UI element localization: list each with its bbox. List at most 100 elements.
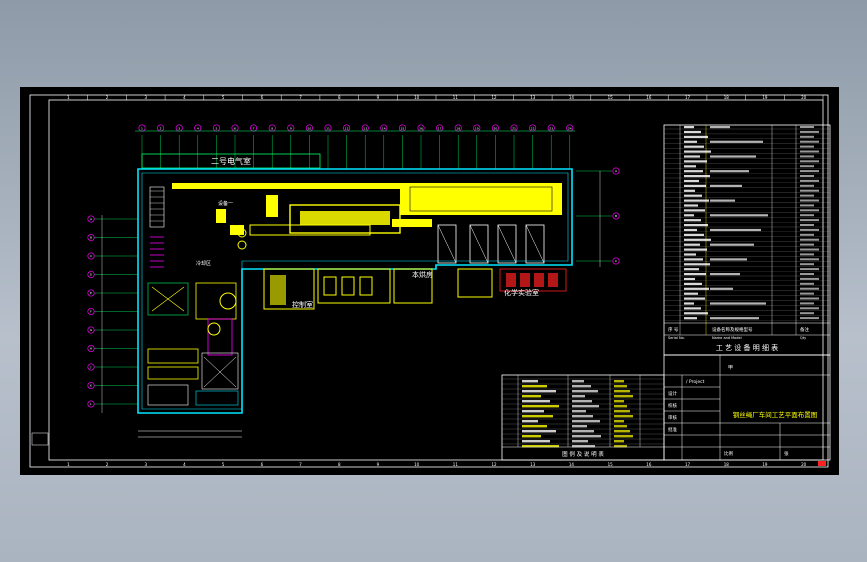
electrical-room-label: 二号电气室: [211, 156, 251, 166]
axis-label: J: [90, 365, 92, 369]
frame-number-bottom: 2: [106, 462, 109, 467]
corner-mark: [31, 432, 49, 446]
equipment-table: [663, 124, 831, 356]
frame-number-top: 7: [299, 95, 302, 100]
table-cell-text: [800, 199, 819, 202]
project-label: / Project: [686, 379, 705, 385]
eq-header-no: 序 号: [668, 326, 679, 333]
legend-cell-text: [614, 415, 633, 418]
table-cell-text: [684, 160, 707, 163]
table-cell-text: [800, 258, 819, 261]
legend-cell-text: [572, 410, 586, 413]
axis-grid-left: A B C D E F G H J K L: [87, 215, 138, 413]
legend-cell-text: [522, 380, 538, 383]
table-cell-text: [800, 209, 819, 212]
axis-grid-right: A B C: [576, 167, 620, 267]
table-cell-text: [710, 126, 730, 129]
table-cell-text: [684, 209, 705, 212]
table-cell-text: [684, 155, 700, 158]
frame-number-top: 17: [685, 95, 691, 100]
legend-cell-text: [572, 385, 591, 388]
legend-cell-text: [572, 425, 587, 428]
table-cell-text: [684, 126, 694, 129]
axis-label: 12: [345, 127, 349, 131]
table-cell-text: [684, 175, 710, 178]
control-room-label: 控制室: [292, 300, 313, 309]
table-cell-text: [800, 160, 819, 163]
table-cell-text: [684, 297, 705, 300]
table-cell-text: [710, 317, 759, 320]
legend-cell-text: [572, 435, 601, 438]
table-cell-text: [710, 273, 740, 276]
table-cell-text: [800, 150, 819, 153]
legend-cell-text: [614, 385, 627, 388]
red-marker: [818, 461, 826, 466]
frame-number-bottom: 8: [338, 462, 341, 467]
frame-number-top: 11: [453, 95, 459, 100]
axis-label: 10: [307, 127, 311, 131]
table-cell-text: [800, 140, 819, 143]
table-cell-text: [684, 224, 708, 227]
table-cell-text: [710, 302, 766, 305]
legend-cell-text: [522, 410, 544, 413]
analysis-room-label: 化学实验室: [504, 288, 539, 297]
table-cell-text: [684, 287, 709, 290]
axis-label: L: [90, 402, 92, 406]
table-cell-text: [684, 214, 694, 217]
analysis-room: [457, 268, 493, 298]
frame-number-bottom: 6: [261, 462, 264, 467]
sub-table-title: 图 例 及 说 明 表: [562, 450, 604, 458]
legend-cell-text: [614, 400, 624, 403]
axis-label: B: [90, 236, 92, 240]
axis-label: 4: [197, 127, 199, 131]
legend-cell-text: [522, 425, 547, 428]
table-cell-text: [800, 273, 814, 275]
axis-label: A: [615, 169, 618, 173]
legend-cell-text: [572, 440, 588, 443]
axis-label: 5: [215, 127, 217, 131]
frame-number-bottom: 19: [762, 462, 768, 467]
axis-label: 1: [141, 127, 143, 131]
axis-label: 23: [549, 127, 553, 131]
table-cell-text: [684, 282, 702, 285]
axis-label: C: [90, 254, 92, 258]
eq-header-code: 设备名称及规格型号: [712, 326, 753, 333]
frame-number-bottom: 7: [299, 462, 302, 467]
table-cell-text: [684, 258, 703, 261]
legend-cell-text: [572, 420, 600, 423]
eq-header-en3: Qty: [800, 336, 806, 340]
axis-label: 17: [438, 127, 442, 131]
drawing-canvas[interactable]: 1122334455667788991010111112121313141415…: [20, 87, 839, 475]
table-cell-text: [684, 302, 694, 305]
detail-label-b: 冷却区: [196, 260, 211, 267]
check-label: 校核: [668, 402, 677, 409]
table-cell-text: [684, 268, 699, 271]
legend-cell-text: [614, 425, 627, 428]
table-cell-text: [800, 175, 814, 177]
legend-cell-text: [572, 430, 594, 433]
table-cell-text: [800, 126, 814, 128]
table-cell-text: [684, 184, 706, 187]
table-cell-text: [710, 184, 742, 187]
table-cell-text: [800, 219, 819, 222]
table-cell-text: [684, 233, 704, 236]
table-cell-text: [800, 282, 814, 285]
table-cell-text: [800, 179, 819, 182]
table-cell-text: [800, 268, 819, 271]
table-cell-text: [800, 165, 814, 168]
cad-viewport: 1 1 2 2 3 3 4 4 5 5 6 6 7 7 8 8 9 9 10 10 11 11 12 12 13 13 14 14 15…: [0, 0, 867, 562]
table-cell-text: [800, 253, 814, 256]
table-cell-text: [800, 194, 814, 197]
table-cell-text: [710, 199, 735, 202]
table-cell-text: [684, 253, 696, 256]
axis-grid-top: 1 2 3 4 5 6 7 8 9 10 11 12 13 14 15 16 17 18 19 20 21 22 23 24: [138, 124, 574, 169]
frame-number-top: 8: [338, 95, 341, 100]
axis-label: 20: [493, 127, 497, 131]
table-cell-text: [684, 204, 698, 207]
frame-number-top: 3: [144, 95, 147, 100]
axis-label: 19: [475, 127, 479, 131]
table-cell-text: [684, 277, 695, 281]
frame-number-top: 5: [222, 95, 225, 100]
axis-label: 8: [271, 127, 273, 131]
table-cell-text: [684, 189, 695, 192]
